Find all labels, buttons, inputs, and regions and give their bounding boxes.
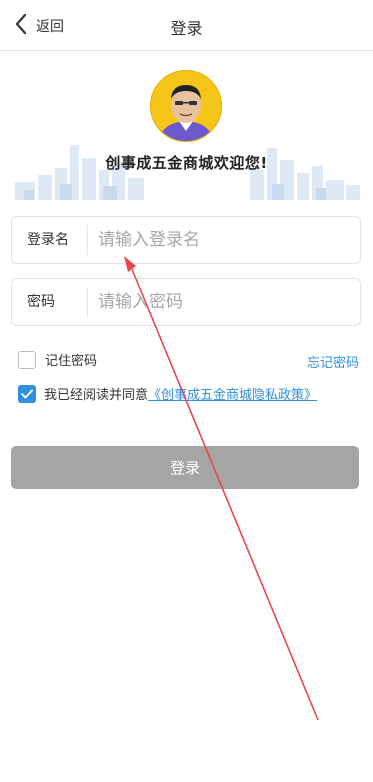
welcome-slogan: 创事成五金商城欢迎您! xyxy=(105,154,268,172)
username-label: 登录名 xyxy=(27,232,69,248)
password-label: 密码 xyxy=(27,294,55,310)
remember-password-label: 记住密码 xyxy=(45,354,98,369)
checkmark-icon xyxy=(21,389,33,398)
privacy-policy-link[interactable]: 《创事成五金商城隐私政策》 xyxy=(148,384,317,403)
password-field: 密码 xyxy=(11,278,361,326)
privacy-agreement: 我已经阅读并同意 《创事成五金商城隐私政策》 xyxy=(18,384,317,403)
forgot-password-link[interactable]: 忘记密码 xyxy=(307,352,359,371)
top-navigation-bar: 返回 登录 xyxy=(0,0,373,51)
remember-password-checkbox[interactable] xyxy=(18,350,36,369)
field-divider xyxy=(87,287,88,317)
hero-banner: 创事成五金商城欢迎您! xyxy=(0,60,373,200)
agree-text: 我已经阅读并同意 xyxy=(44,388,149,403)
username-input[interactable] xyxy=(98,223,348,257)
login-button[interactable]: 登录 xyxy=(11,446,359,489)
username-field: 登录名 xyxy=(11,216,361,264)
field-divider xyxy=(87,225,88,255)
remember-password-option[interactable]: 记住密码 xyxy=(18,350,97,369)
page-title: 登录 xyxy=(170,19,203,38)
avatar xyxy=(150,70,222,142)
agree-checkbox[interactable] xyxy=(18,384,36,403)
password-input[interactable] xyxy=(98,285,348,319)
